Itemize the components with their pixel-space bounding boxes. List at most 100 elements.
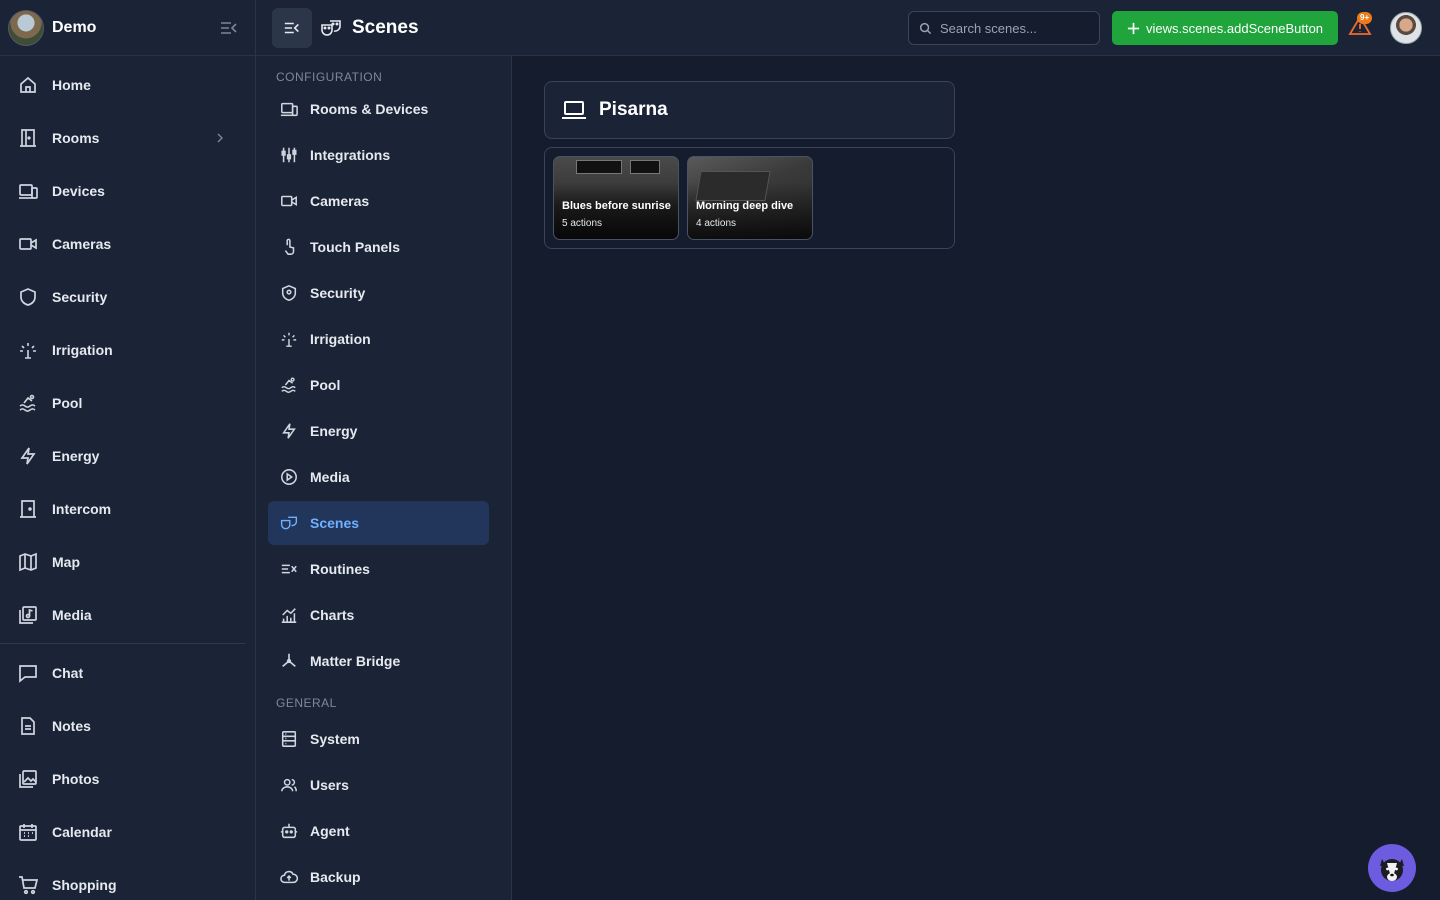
chevron-right-icon [217, 133, 223, 142]
config-item-rooms-devices[interactable]: Rooms & Devices [268, 86, 489, 132]
config-item-backup[interactable]: Backup [268, 854, 489, 900]
config-item-pool[interactable]: Pool [268, 362, 489, 408]
config-item-label: Security [310, 285, 366, 301]
sidebar-item-label: Cameras [52, 235, 112, 252]
scene-name: Blues before sunrise [562, 200, 671, 212]
sidebar-item-label: Pool [52, 394, 83, 411]
config-item-label: Backup [310, 869, 361, 885]
touch-icon [284, 238, 295, 255]
sidebar-item-label: Calendar [52, 823, 112, 840]
sidebar-item-label: Photos [52, 770, 100, 787]
pool-icon [281, 377, 296, 394]
config-item-label: Cameras [310, 193, 370, 209]
add-scene-label: views.scenes.addSceneButton [1145, 20, 1324, 36]
search-box[interactable] [908, 11, 1100, 45]
sidebar-item-chat[interactable]: Chat [0, 646, 255, 699]
sidebar-item-security[interactable]: Security [0, 270, 255, 323]
config-item-touch-panels[interactable]: Touch Panels [268, 224, 489, 270]
sidebar-item-label: Home [52, 76, 91, 93]
sidebar-item-label: Devices [52, 182, 105, 199]
sidebar-item-cameras[interactable]: Cameras [0, 217, 255, 270]
scene-image-detail [695, 171, 771, 201]
laptop-icon [562, 101, 586, 119]
config-item-irrigation[interactable]: Irrigation [268, 316, 489, 362]
user-avatar[interactable] [1390, 12, 1422, 44]
map-icon [19, 552, 37, 571]
config-item-integrations[interactable]: Integrations [268, 132, 489, 178]
config-item-label: Pool [310, 377, 341, 393]
sidebar-item-photos[interactable]: Photos [0, 752, 255, 805]
sidebar-item-label: Security [52, 288, 108, 305]
scene-list: Blues before sunrise 5 actions Morning d… [544, 147, 955, 249]
collapse-sidebar-icon[interactable] [219, 18, 239, 38]
sidebar-item-intercom[interactable]: Intercom [0, 482, 255, 535]
section-title-configuration: CONFIGURATION [276, 70, 383, 84]
scene-card[interactable]: Blues before sunrise 5 actions [553, 156, 679, 240]
config-sidebar: CONFIGURATION Rooms & Devices Integratio… [256, 56, 512, 900]
sidebar-item-label: Notes [52, 717, 91, 734]
app-name: Demo [52, 18, 97, 36]
scene-actions: 5 actions [562, 218, 603, 229]
sidebar-item-irrigation[interactable]: Irrigation [0, 323, 255, 376]
room-header[interactable]: Pisarna [544, 81, 955, 139]
config-item-security[interactable]: Security [268, 270, 489, 316]
config-item-system[interactable]: System [268, 716, 489, 762]
config-item-scenes[interactable]: Scenes [268, 501, 489, 545]
search-input[interactable] [940, 20, 1090, 36]
sidebar-item-label: Media [52, 606, 92, 623]
sidebar-header: Demo [0, 0, 255, 56]
door-icon [20, 128, 36, 147]
scene-card[interactable]: Morning deep dive 4 actions [687, 156, 813, 240]
alert-badge: 9+ [1357, 12, 1373, 24]
add-scene-button[interactable]: views.scenes.addSceneButton [1112, 11, 1338, 45]
scene-actions: 4 actions [696, 218, 737, 229]
config-item-agent[interactable]: Agent [268, 808, 489, 854]
sidebar-item-notes[interactable]: Notes [0, 699, 255, 752]
scene-text: Morning deep dive 4 actions [696, 200, 793, 229]
config-item-energy[interactable]: Energy [268, 408, 489, 454]
sidebar-item-calendar[interactable]: Calendar [0, 805, 255, 858]
calendar-icon [19, 823, 37, 841]
sidebar-item-energy[interactable]: Energy [0, 429, 255, 482]
home-icon [20, 76, 36, 93]
photos-icon [19, 769, 37, 788]
sidebar-item-label: Irrigation [52, 341, 113, 358]
config-item-label: Scenes [310, 515, 360, 531]
sidebar-item-home[interactable]: Home [0, 58, 255, 111]
menu-collapse-icon [284, 22, 299, 33]
config-item-label: System [310, 731, 360, 747]
play-icon [281, 469, 297, 485]
sidebar-item-devices[interactable]: Devices [0, 164, 255, 217]
sidebar-item-label: Shopping [52, 876, 117, 893]
sidebar-item-rooms[interactable]: Rooms [0, 111, 255, 164]
toggle-menu-button[interactable] [272, 7, 312, 48]
config-item-label: Rooms & Devices [310, 101, 429, 117]
sprinkler-icon [20, 342, 36, 359]
config-item-label: Matter Bridge [310, 653, 401, 669]
config-item-routines[interactable]: Routines [268, 546, 489, 592]
config-item-charts[interactable]: Charts [268, 592, 489, 638]
config-item-cameras[interactable]: Cameras [268, 178, 489, 224]
config-item-label: Integrations [310, 147, 391, 163]
config-item-label: Agent [310, 823, 350, 839]
config-item-label: Touch Panels [310, 239, 400, 255]
shield-icon [281, 284, 297, 301]
assistant-avatar[interactable] [1368, 844, 1416, 892]
config-item-users[interactable]: Users [268, 762, 489, 808]
sidebar-item-media[interactable]: Media [0, 588, 255, 641]
chart-icon [281, 608, 297, 623]
sidebar-item-label: Chat [52, 664, 84, 681]
config-item-media[interactable]: Media [268, 454, 489, 500]
sidebar-item-map[interactable]: Map [0, 535, 255, 588]
agent-icon [280, 823, 298, 839]
backup-icon [280, 870, 298, 884]
sidebar-item-pool[interactable]: Pool [0, 376, 255, 429]
scenes-icon [321, 19, 341, 36]
config-item-label: Energy [310, 423, 358, 439]
media-icon [19, 605, 37, 624]
app-logo[interactable] [8, 9, 44, 46]
dog-icon [1380, 859, 1404, 881]
config-item-matter-bridge[interactable]: Matter Bridge [268, 638, 489, 684]
sidebar-item-shopping[interactable]: Shopping [0, 858, 255, 900]
config-item-label: Charts [310, 607, 355, 623]
